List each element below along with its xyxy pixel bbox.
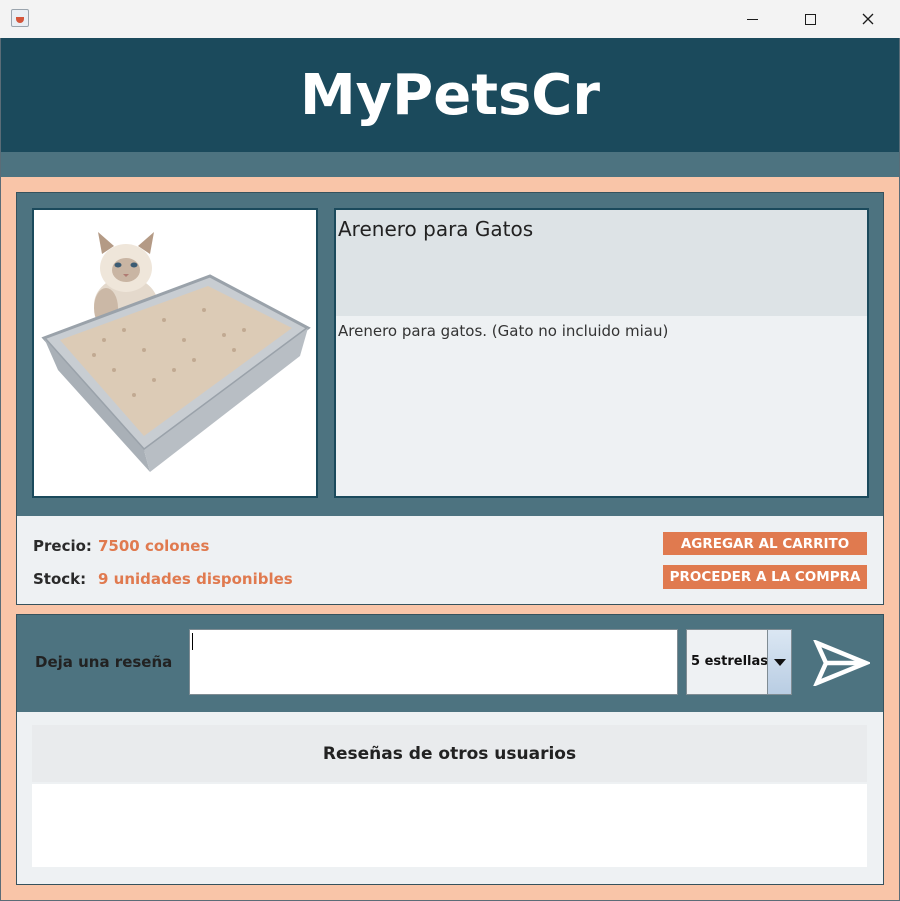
price-label: Precio: — [33, 537, 92, 555]
reviews-list[interactable] — [32, 784, 867, 867]
reviews-heading: Reseñas de otros usuarios — [32, 725, 867, 782]
close-icon — [862, 13, 874, 25]
product-image — [32, 208, 318, 498]
stars-dropdown[interactable]: 5 estrellas — [686, 629, 792, 695]
text-caret — [192, 633, 193, 650]
header-subbar — [1, 152, 899, 177]
review-label: Deja una reseña — [35, 653, 173, 671]
purchase-info — [17, 516, 883, 604]
proceed-to-checkout-button[interactable]: PROCEDER A LA COMPRA — [663, 565, 867, 589]
minimize-button[interactable] — [723, 0, 781, 38]
stock-label: Stock: — [33, 570, 87, 588]
stars-selected-value: 5 estrellas — [691, 654, 768, 669]
cat-litter-box-image — [41, 232, 311, 472]
close-button[interactable] — [839, 0, 897, 38]
product-details: Arenero para Gatos Arenero para gatos. (… — [334, 208, 869, 498]
maximize-button[interactable] — [781, 0, 839, 38]
price-value: 7500 colones — [98, 537, 210, 555]
java-cup-icon — [11, 9, 29, 27]
window-titlebar — [0, 0, 900, 38]
review-input[interactable] — [189, 629, 678, 695]
product-name: Arenero para Gatos — [338, 217, 534, 241]
maximize-icon — [804, 13, 816, 25]
send-review-button[interactable] — [812, 638, 872, 688]
chevron-down-icon — [773, 658, 786, 666]
send-arrow-icon — [812, 638, 872, 688]
stock-value: 9 unidades disponibles — [98, 570, 293, 588]
product-description: Arenero para gatos. (Gato no incluido mi… — [338, 322, 669, 340]
dropdown-arrow-button[interactable] — [767, 630, 791, 694]
app-header: MyPetsCr — [1, 38, 899, 152]
minimize-icon — [746, 18, 758, 20]
product-title-area: Arenero para Gatos — [336, 210, 867, 316]
app-title: MyPetsCr — [299, 62, 601, 128]
add-to-cart-button[interactable]: AGREGAR AL CARRITO — [663, 532, 867, 555]
